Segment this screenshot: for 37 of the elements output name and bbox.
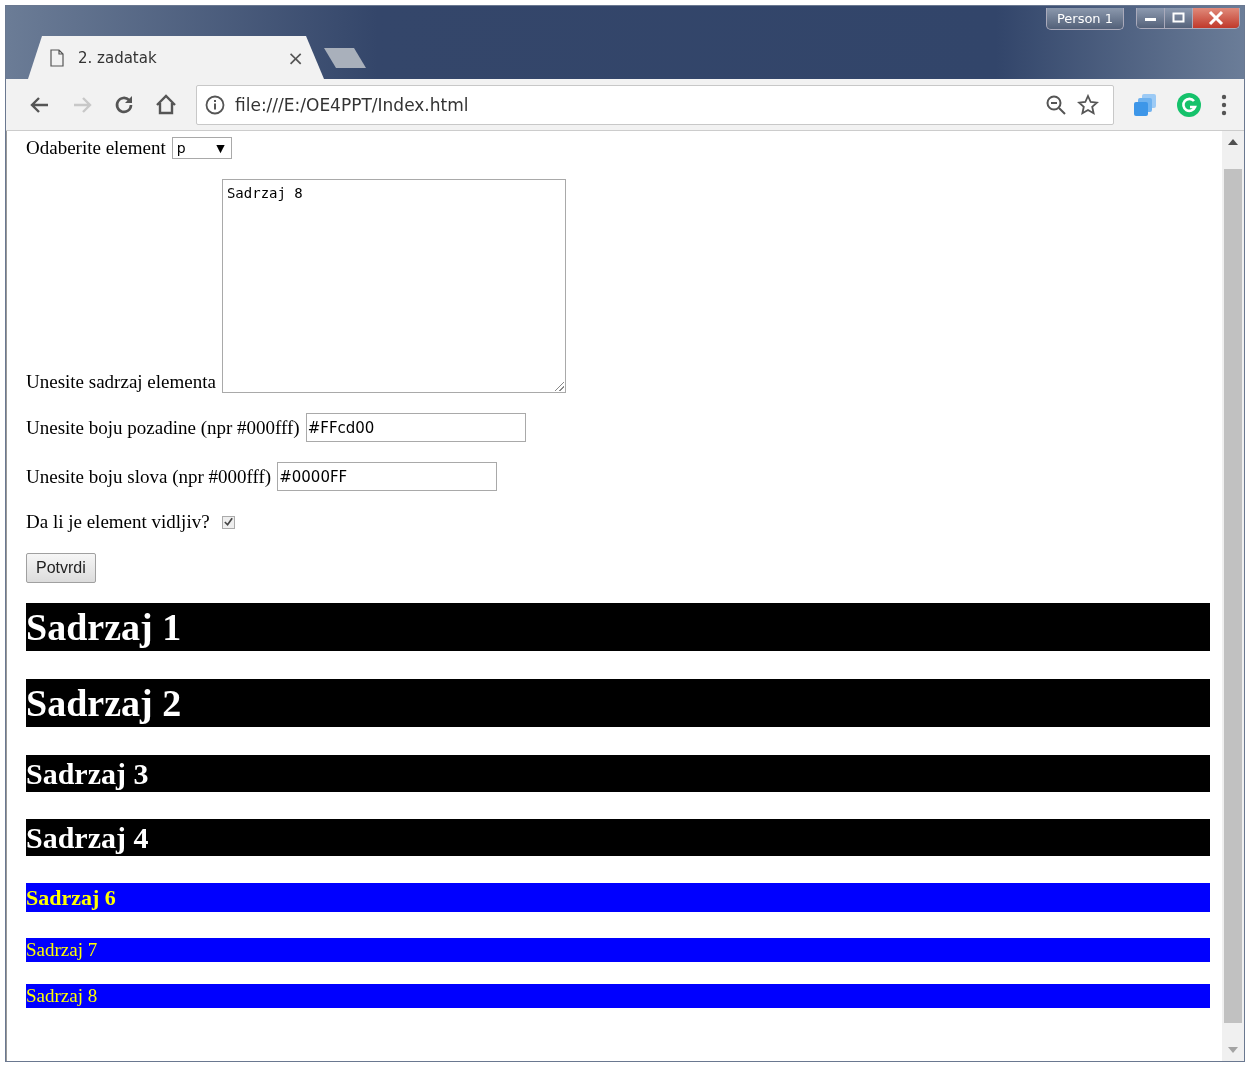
- block-text: Sadrzaj 3: [26, 756, 149, 792]
- address-bar[interactable]: file:///E:/OE4PPT/Index.html: [196, 84, 1114, 125]
- scrollbar-thumb[interactable]: [1224, 169, 1242, 1023]
- browser-tab[interactable]: 2. zadatak ×: [28, 36, 324, 79]
- block-text: Sadrzaj 2: [26, 681, 182, 726]
- submit-button[interactable]: Potvrdi: [26, 553, 96, 583]
- input-field[interactable]: #FFcd00: [305, 413, 526, 442]
- tab-title: 2. zadatak: [78, 48, 158, 67]
- input-field[interactable]: #0000FF: [277, 462, 498, 491]
- field-label: Da li je element vidljiv?: [26, 511, 210, 533]
- close-tab-button[interactable]: ×: [287, 47, 304, 68]
- visible-checkbox[interactable]: [221, 515, 235, 529]
- home-icon[interactable]: [154, 92, 178, 117]
- block-text: Sadrzaj 4: [26, 820, 149, 856]
- block-text: Sadrzaj 7: [26, 938, 98, 962]
- url-text: file:///E:/OE4PPT/Index.html: [235, 94, 470, 115]
- stacked-squares-icon[interactable]: [1132, 91, 1158, 118]
- field-label: Unesite sadrzaj elementa: [26, 371, 216, 393]
- maximize-icon[interactable]: [1165, 8, 1193, 28]
- menu-icon[interactable]: [1220, 92, 1228, 117]
- element-select[interactable]: p ▼: [171, 137, 232, 159]
- zoom-out-icon[interactable]: [1045, 93, 1067, 116]
- close-icon[interactable]: [1193, 8, 1239, 28]
- block-text: Sadrzaj 8: [26, 984, 98, 1008]
- document-icon: [50, 48, 64, 67]
- content-textarea[interactable]: Sadrzaj 8: [221, 179, 566, 393]
- profile-button[interactable]: Person 1: [1045, 8, 1124, 30]
- field-label: Unesite boju slova (npr #000fff): [26, 465, 272, 488]
- scrollbar[interactable]: [1222, 131, 1244, 1061]
- star-icon[interactable]: [1077, 93, 1099, 116]
- minimize-icon[interactable]: [1137, 8, 1165, 28]
- info-icon[interactable]: [205, 94, 225, 115]
- scroll-up-icon[interactable]: [1228, 139, 1238, 145]
- field-label: Odaberite element: [26, 137, 166, 159]
- field-label: Unesite boju pozadine (npr #000fff): [26, 416, 300, 439]
- block-text: Sadrzaj 1: [26, 605, 182, 650]
- block-text: Sadrzaj 6: [26, 884, 116, 912]
